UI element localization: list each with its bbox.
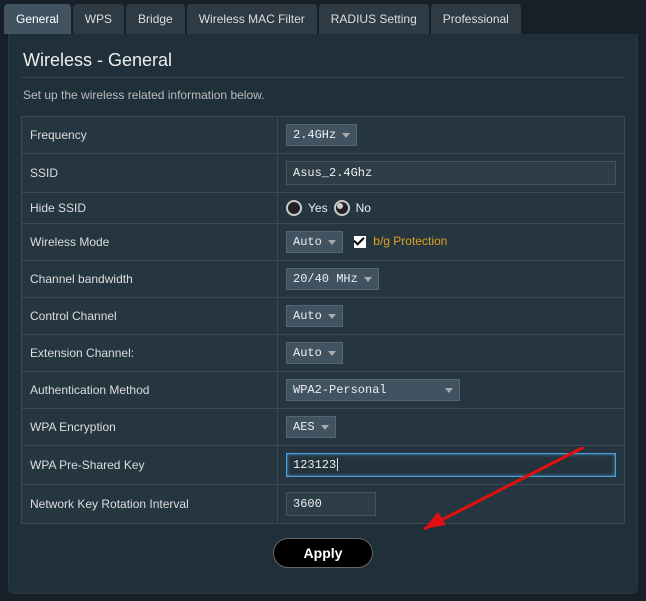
label-channel-bw: Channel bandwidth bbox=[22, 261, 278, 298]
select-auth-method[interactable]: WPA2-Personal bbox=[286, 379, 460, 401]
chevron-down-icon bbox=[321, 425, 329, 430]
select-wpa-encryption-value: AES bbox=[293, 420, 315, 434]
tab-bar: General WPS Bridge Wireless MAC Filter R… bbox=[0, 0, 646, 34]
page-description: Set up the wireless related information … bbox=[23, 88, 625, 102]
radio-hide-ssid-no[interactable] bbox=[334, 200, 350, 216]
select-frequency-value: 2.4GHz bbox=[293, 128, 336, 142]
radio-label-no: No bbox=[356, 201, 371, 215]
tab-mac-filter[interactable]: Wireless MAC Filter bbox=[187, 4, 317, 34]
select-channel-bw[interactable]: 20/40 MHz bbox=[286, 268, 379, 290]
chevron-down-icon bbox=[342, 133, 350, 138]
label-wpa-psk: WPA Pre-Shared Key bbox=[22, 446, 278, 485]
input-ssid[interactable] bbox=[286, 161, 616, 185]
settings-panel: Wireless - General Set up the wireless r… bbox=[8, 34, 638, 594]
select-auth-method-value: WPA2-Personal bbox=[293, 383, 387, 397]
label-extension-channel: Extension Channel: bbox=[22, 335, 278, 372]
label-bg-protection: b/g Protection bbox=[373, 234, 447, 248]
label-hide-ssid: Hide SSID bbox=[22, 193, 278, 224]
radio-hide-ssid-yes[interactable] bbox=[286, 200, 302, 216]
select-extension-channel-value: Auto bbox=[293, 346, 322, 360]
text-cursor bbox=[337, 458, 338, 471]
select-control-channel[interactable]: Auto bbox=[286, 305, 343, 327]
tab-bridge[interactable]: Bridge bbox=[126, 4, 185, 34]
settings-table: Frequency 2.4GHz SSID Hide SSID Yes bbox=[21, 116, 625, 524]
label-control-channel: Control Channel bbox=[22, 298, 278, 335]
chevron-down-icon bbox=[445, 388, 453, 393]
chevron-down-icon bbox=[328, 240, 336, 245]
label-wireless-mode: Wireless Mode bbox=[22, 224, 278, 261]
label-auth-method: Authentication Method bbox=[22, 372, 278, 409]
input-wpa-psk-value: 123123 bbox=[293, 458, 336, 472]
input-key-rotation[interactable] bbox=[286, 492, 376, 516]
page-title: Wireless - General bbox=[23, 50, 625, 71]
chevron-down-icon bbox=[364, 277, 372, 282]
divider bbox=[21, 77, 625, 78]
tab-general[interactable]: General bbox=[4, 4, 71, 34]
tab-radius[interactable]: RADIUS Setting bbox=[319, 4, 429, 34]
chevron-down-icon bbox=[328, 351, 336, 356]
label-key-rotation: Network Key Rotation Interval bbox=[22, 485, 278, 524]
select-frequency[interactable]: 2.4GHz bbox=[286, 124, 357, 146]
checkbox-bg-protection[interactable] bbox=[354, 236, 366, 248]
chevron-down-icon bbox=[328, 314, 336, 319]
input-wpa-psk[interactable]: 123123 bbox=[286, 453, 616, 477]
select-wpa-encryption[interactable]: AES bbox=[286, 416, 336, 438]
tab-wps[interactable]: WPS bbox=[73, 4, 124, 34]
select-channel-bw-value: 20/40 MHz bbox=[293, 272, 358, 286]
tab-professional[interactable]: Professional bbox=[431, 4, 521, 34]
label-frequency: Frequency bbox=[22, 117, 278, 154]
select-control-channel-value: Auto bbox=[293, 309, 322, 323]
radio-label-yes: Yes bbox=[308, 201, 328, 215]
select-wireless-mode[interactable]: Auto bbox=[286, 231, 343, 253]
select-extension-channel[interactable]: Auto bbox=[286, 342, 343, 364]
apply-button[interactable]: Apply bbox=[273, 538, 374, 568]
select-wireless-mode-value: Auto bbox=[293, 235, 322, 249]
label-wpa-encryption: WPA Encryption bbox=[22, 409, 278, 446]
label-ssid: SSID bbox=[22, 154, 278, 193]
